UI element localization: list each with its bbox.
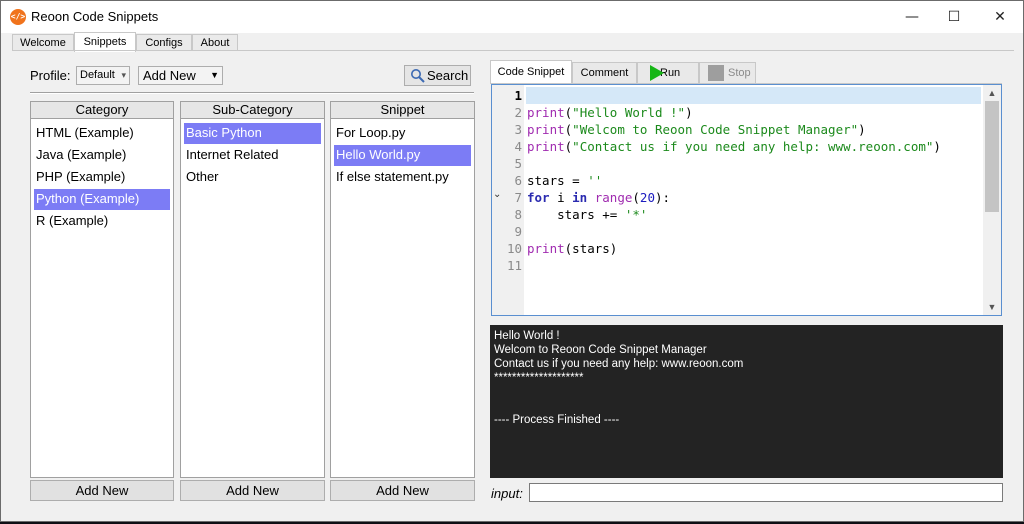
line-number-gutter: 1 2 3 4 5 6 7 8 9 10 11 ⌄ <box>492 85 524 315</box>
tab-configs[interactable]: Configs <box>136 34 192 51</box>
console-line: ******************** <box>494 372 584 384</box>
line-number: 6 <box>514 173 522 188</box>
snippet-header: Snippet <box>330 101 475 119</box>
add-snippet-button[interactable]: Add New <box>330 480 475 501</box>
code-line-4: print("Contact us if you need any help: … <box>527 139 941 154</box>
fold-chevron-icon[interactable]: ⌄ <box>493 189 501 200</box>
snippet-item-for-loop[interactable]: For Loop.py <box>334 123 471 144</box>
code-line-7: for i in range(20): <box>527 190 671 205</box>
minimize-button[interactable]: — <box>889 1 935 33</box>
add-new-dropdown[interactable]: Add New ▼ <box>138 66 223 85</box>
search-button[interactable]: Search <box>404 65 471 86</box>
console-line: Hello World ! <box>494 330 560 342</box>
dropdown-arrow-icon: ▼ <box>210 70 219 80</box>
category-item-r[interactable]: R (Example) <box>34 211 170 232</box>
tab-welcome[interactable]: Welcome <box>12 34 74 51</box>
code-line-2: print("Hello World !") <box>527 105 693 120</box>
stop-button-label: Stop <box>728 67 751 79</box>
code-line-10: print(stars) <box>527 241 618 256</box>
current-line-highlight <box>526 87 981 104</box>
tab-snippets[interactable]: Snippets <box>74 32 136 52</box>
line-number: 2 <box>514 105 522 120</box>
add-subcategory-button[interactable]: Add New <box>180 480 325 501</box>
search-button-label: Search <box>427 68 469 83</box>
separator <box>30 92 474 94</box>
profile-value: Default <box>80 69 115 81</box>
category-item-java[interactable]: Java (Example) <box>34 145 170 166</box>
snippet-list[interactable]: For Loop.py Hello World.py If else state… <box>330 118 475 478</box>
subcategory-list[interactable]: Basic Python Internet Related Other <box>180 118 325 478</box>
app-window: </> Reoon Code Snippets — ☐ ✕ Welcome Sn… <box>0 0 1024 522</box>
subcategory-item-internet-related[interactable]: Internet Related <box>184 145 321 166</box>
snippet-item-if-else[interactable]: If else statement.py <box>334 167 471 188</box>
category-item-html[interactable]: HTML (Example) <box>34 123 170 144</box>
line-number: 3 <box>514 122 522 137</box>
scrollbar-thumb[interactable] <box>985 101 999 212</box>
line-number: 10 <box>506 241 522 256</box>
window-title: Reoon Code Snippets <box>31 9 159 24</box>
run-button[interactable]: Run <box>637 62 699 83</box>
input-label: input: <box>491 486 523 501</box>
profile-dropdown[interactable]: Default ▾ <box>76 66 130 85</box>
line-number: 8 <box>514 207 522 222</box>
console-line: Welcom to Reoon Code Snippet Manager <box>494 344 707 356</box>
subcategory-item-other[interactable]: Other <box>184 167 321 188</box>
maximize-button[interactable]: ☐ <box>931 1 977 33</box>
code-editor[interactable]: 1 2 3 4 5 6 7 8 9 10 11 ⌄ print("Hello W… <box>491 84 1002 316</box>
stop-icon <box>708 65 724 81</box>
editor-scrollbar[interactable]: ▲ ▼ <box>983 85 1001 315</box>
stdin-input[interactable] <box>529 483 1003 502</box>
scroll-up-arrow-icon[interactable]: ▲ <box>983 85 1001 101</box>
console-line: Contact us if you need any help: www.reo… <box>494 358 744 370</box>
app-logo-icon: </> <box>10 9 26 25</box>
scroll-down-arrow-icon[interactable]: ▼ <box>983 299 1001 315</box>
subcategory-header: Sub-Category <box>180 101 325 119</box>
category-item-python[interactable]: Python (Example) <box>34 189 170 210</box>
search-icon <box>411 69 425 83</box>
close-button[interactable]: ✕ <box>977 1 1023 33</box>
tab-code-snippet[interactable]: Code Snippet <box>490 60 572 84</box>
line-number: 9 <box>514 224 522 239</box>
line-number: 5 <box>514 156 522 171</box>
code-line-3: print("Welcom to Reoon Code Snippet Mana… <box>527 122 866 137</box>
stop-button[interactable]: Stop <box>699 62 756 83</box>
console-output[interactable]: Hello World ! Welcom to Reoon Code Snipp… <box>490 325 1003 478</box>
title-bar[interactable]: </> Reoon Code Snippets — ☐ ✕ <box>1 1 1023 33</box>
category-item-php[interactable]: PHP (Example) <box>34 167 170 188</box>
line-number: 1 <box>514 88 522 103</box>
add-new-dropdown-label: Add New <box>143 68 196 83</box>
tab-about[interactable]: About <box>192 34 238 51</box>
tab-comment[interactable]: Comment <box>572 62 637 83</box>
chevron-down-icon: ▾ <box>121 70 126 80</box>
code-line-8: stars += '*' <box>527 207 648 222</box>
tab-divider <box>12 50 1014 51</box>
console-line: ---- Process Finished ---- <box>494 414 620 426</box>
line-number: 4 <box>514 139 522 154</box>
snippet-item-hello-world[interactable]: Hello World.py <box>334 145 471 166</box>
subcategory-item-basic-python[interactable]: Basic Python <box>184 123 321 144</box>
line-number: 11 <box>506 258 522 273</box>
add-category-button[interactable]: Add New <box>30 480 174 501</box>
profile-label: Profile: <box>30 68 71 83</box>
category-header: Category <box>30 101 174 119</box>
play-icon <box>650 65 664 81</box>
category-list[interactable]: HTML (Example) Java (Example) PHP (Examp… <box>30 118 174 478</box>
code-line-6: stars = '' <box>527 173 603 188</box>
